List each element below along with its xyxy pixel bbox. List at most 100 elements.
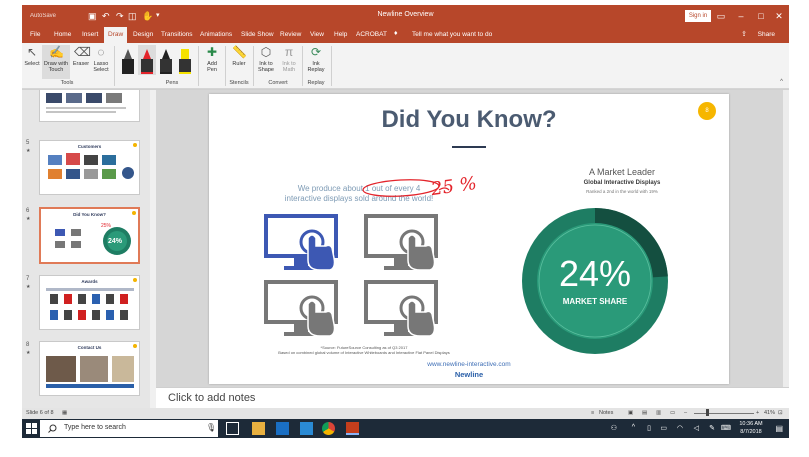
notes-button[interactable]: Notes (599, 410, 613, 416)
minimize-icon[interactable]: – (733, 9, 749, 23)
task-view-icon[interactable] (226, 422, 239, 435)
slideshow-icon[interactable]: ▭ (670, 410, 675, 416)
taskbar-search-box[interactable]: Type here to search 🎙 (40, 420, 218, 437)
ink-replay-button[interactable]: ⟳ Ink Replay (305, 45, 327, 73)
math-icon: π (284, 45, 294, 59)
battery-icon[interactable]: ▭ (660, 424, 667, 432)
draw-ribbon: ↖ Select ✍ Draw with Touch ⌫ Eraser ◌ La… (22, 43, 789, 89)
fit-to-window-icon[interactable]: ⊡ (778, 410, 783, 416)
zoom-level[interactable]: 41% (764, 410, 775, 416)
wifi-icon[interactable]: ◠ (677, 424, 683, 432)
pen-dark-icon[interactable] (157, 45, 175, 75)
notes-placeholder: Click to add notes (168, 392, 256, 404)
share-button[interactable]: Share (758, 27, 775, 43)
clock-time[interactable]: 10:36 AM (735, 421, 767, 427)
slide-thumbnail[interactable]: Customers (39, 140, 140, 195)
tab-review[interactable]: Review (276, 27, 305, 43)
tell-me-search[interactable]: Tell me what you want to do (412, 27, 492, 43)
pen-workspace-icon[interactable]: ✎ (709, 424, 715, 432)
status-bar: Slide 6 of 8 ▦ ≡ Notes ▣ ▤ ▥ ▭ – + 41% ⊡ (22, 408, 789, 419)
ink-to-math-button[interactable]: π Ink to Math (278, 45, 300, 73)
ruler-button[interactable]: 📏 Ruler (229, 45, 249, 67)
collapse-ribbon-icon[interactable]: ^ (780, 79, 783, 85)
plus-icon: ✚ (206, 45, 218, 59)
tab-transitions[interactable]: Transitions (157, 27, 197, 43)
sign-in-button[interactable]: Sign in (685, 10, 711, 22)
thumbnail-graphic: 25% (55, 223, 131, 255)
keyboard-icon[interactable]: ⌨ (721, 424, 731, 432)
tab-animations[interactable]: Animations (196, 27, 236, 43)
slide-number: 7 (26, 276, 30, 282)
zoom-slider-thumb[interactable] (706, 409, 709, 416)
people-icon[interactable]: ⚇ (611, 424, 617, 432)
newline-logo: Newline (454, 370, 484, 379)
spellcheck-icon[interactable]: ▦ (62, 410, 67, 416)
window-title: Newline Overview (377, 11, 434, 18)
title-underline (452, 146, 486, 148)
tab-help[interactable]: Help (330, 27, 351, 43)
clock-date[interactable]: 8/7/2018 (735, 429, 767, 435)
lightbulb-icon: ♦ (394, 30, 398, 37)
svg-text:25%: 25% (101, 223, 112, 229)
tab-home[interactable]: Home (50, 27, 75, 43)
tab-draw[interactable]: Draw (104, 27, 128, 43)
thumbnail-graphic (46, 93, 126, 113)
monitor-icon (364, 280, 438, 337)
zoom-slider[interactable] (694, 413, 754, 414)
tab-slide-show[interactable]: Slide Show (237, 27, 278, 43)
maximize-icon[interactable]: □ (753, 9, 769, 23)
highlighter-yellow-icon[interactable] (176, 45, 194, 75)
ribbon-separator (331, 46, 332, 86)
animation-star-icon: ★ (26, 148, 31, 154)
monitors-graphic (264, 214, 438, 337)
shapes-icon: ⬡ (260, 45, 272, 59)
reading-view-icon[interactable]: ▥ (656, 410, 661, 416)
animation-star-icon: ★ (26, 216, 31, 222)
slide-thumbnail[interactable]: Contact Us (39, 341, 140, 396)
slide-canvas[interactable]: Did You Know? 8 We produce about 1 out o… (209, 94, 729, 384)
slide-badge: 8 (698, 102, 716, 120)
ribbon-separator (114, 46, 115, 86)
normal-view-icon[interactable]: ▣ (628, 410, 633, 416)
slide-thumbnail[interactable]: Awards (39, 275, 140, 330)
tab-view[interactable]: View (306, 27, 328, 43)
slide-thumbnail[interactable] (39, 90, 140, 122)
add-pen-button[interactable]: ✚ Add Pen (202, 45, 222, 73)
file-explorer-icon[interactable] (252, 422, 265, 435)
title-bar: AutoSave ▣ ↶ ↷ ◫ ✋ ▾ Newline Overview Si… (22, 5, 789, 27)
slide-number: 5 (26, 140, 30, 146)
share-icon: ⇪ (741, 31, 747, 38)
pen-black-icon[interactable] (119, 45, 137, 75)
chrome-icon[interactable] (322, 422, 335, 435)
powerpoint-taskbar-icon[interactable] (346, 422, 359, 435)
zoom-in-icon[interactable]: + (756, 410, 759, 416)
tab-acrobat[interactable]: ACROBAT (352, 27, 391, 43)
slide-sorter-icon[interactable]: ▤ (642, 410, 647, 416)
volume-icon[interactable]: ◁ (694, 424, 699, 432)
select-button[interactable]: ↖ Select (24, 45, 40, 67)
market-leader-title: A Market Leader (588, 167, 656, 177)
action-center-icon[interactable]: ▤ (775, 424, 783, 433)
show-hidden-icons-icon[interactable]: ^ (632, 424, 635, 431)
pen-red-icon[interactable] (138, 45, 156, 75)
zoom-out-icon[interactable]: – (684, 410, 687, 416)
monitor-highlighted-icon (264, 214, 338, 271)
slide-thumbnail-selected[interactable]: Did You Know? 25% 24% (39, 207, 140, 264)
tab-insert[interactable]: Insert (78, 27, 102, 43)
microphone-icon[interactable]: 🎙 (206, 423, 216, 432)
eraser-button[interactable]: ⌫ Eraser (72, 45, 91, 67)
slide-scrollbar[interactable] (783, 90, 789, 387)
windows-start-icon[interactable] (26, 423, 37, 434)
tab-file[interactable]: File (26, 27, 44, 43)
lasso-select-button[interactable]: ◌ Lasso Select (92, 45, 110, 73)
notes-pane[interactable]: Click to add notes (156, 387, 789, 408)
network-icon[interactable]: ▯ (647, 424, 651, 432)
ink-to-shape-button[interactable]: ⬡ Ink to Shape (256, 45, 276, 73)
tab-design[interactable]: Design (129, 27, 157, 43)
ribbon-display-icon[interactable]: ▭ (713, 9, 729, 23)
teams-icon[interactable] (300, 422, 313, 435)
draw-with-touch-button[interactable]: ✍ Draw with Touch (42, 45, 70, 79)
outlook-icon[interactable] (276, 422, 289, 435)
slide-number: 8 (26, 342, 30, 348)
close-icon[interactable]: ✕ (771, 9, 787, 23)
